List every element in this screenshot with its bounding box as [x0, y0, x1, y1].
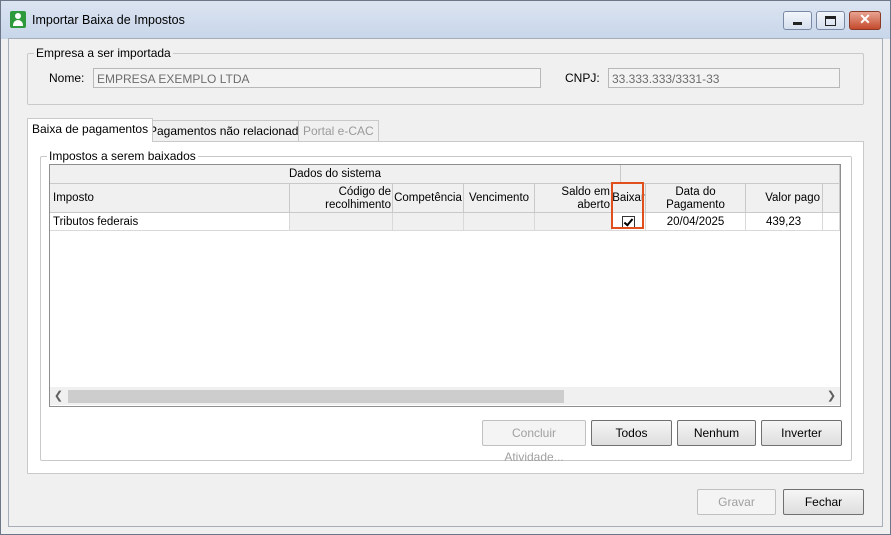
cell-filler — [823, 213, 840, 231]
col-label: Valor pago — [765, 192, 820, 204]
col-header-saldo[interactable]: Saldo em aberto — [535, 184, 612, 213]
cell-codigo[interactable] — [290, 213, 393, 231]
tab-baixa-de-pagamentos[interactable]: Baixa de pagamentos — [27, 118, 154, 142]
col-label: Competência — [394, 192, 462, 204]
col-header-imposto[interactable]: Imposto — [50, 184, 290, 213]
concluir-atividade-button[interactable]: Concluir Atividade... — [482, 420, 586, 464]
tab-portal-ecac[interactable]: Portal e-CAC — [298, 120, 379, 141]
gravar-button[interactable]: Gravar — [697, 489, 776, 515]
todos-button[interactable]: Todos — [591, 420, 672, 446]
close-icon[interactable]: ✕ — [849, 11, 881, 30]
company-name-field[interactable]: EMPRESA EXEMPLO LTDA — [93, 68, 541, 88]
header-band-dados-sistema: Dados do sistema — [50, 165, 621, 184]
cell-vencimento[interactable] — [464, 213, 535, 231]
cell-saldo[interactable] — [535, 213, 612, 231]
col-label: Código de recolhimento — [325, 186, 391, 211]
col-label: Saldo em aberto — [561, 186, 610, 211]
taxes-grid[interactable]: Dados do sistema Imposto Código de recol… — [49, 164, 841, 407]
header-band-empty — [621, 165, 840, 184]
col-header-filler — [823, 184, 840, 213]
col-header-competencia[interactable]: Competência — [393, 184, 464, 213]
maximize-icon[interactable] — [816, 11, 845, 30]
tab-pagamentos-nao-relacionados[interactable]: Pagamentos não relacionados — [144, 120, 317, 141]
col-header-codigo[interactable]: Código de recolhimento — [290, 184, 393, 213]
col-label: Imposto — [53, 192, 94, 204]
col-header-vencimento[interactable]: Vencimento — [464, 184, 535, 213]
cnpj-field[interactable]: 33.333.333/3331-33 — [608, 68, 840, 88]
baixar-column-highlight — [611, 182, 644, 229]
cell-competencia[interactable] — [393, 213, 464, 231]
cell-data-pagamento[interactable]: 20/04/2025 — [646, 213, 746, 231]
col-label: Data do Pagamento — [666, 186, 725, 211]
scroll-thumb[interactable] — [68, 390, 564, 403]
minimize-icon[interactable] — [783, 11, 812, 30]
horizontal-scrollbar[interactable]: ❮ ❯ — [50, 387, 840, 405]
col-header-valor-pago[interactable]: Valor pago — [746, 184, 823, 213]
cell-valor-pago[interactable]: 439,23 — [746, 213, 823, 231]
company-group-label: Empresa a ser importada — [34, 46, 173, 60]
scroll-left-icon[interactable]: ❮ — [50, 387, 67, 405]
window-title: Importar Baixa de Impostos — [32, 13, 185, 27]
app-user-icon — [10, 11, 26, 28]
inverter-button[interactable]: Inverter — [761, 420, 842, 446]
fechar-button[interactable]: Fechar — [783, 489, 864, 515]
col-label: Vencimento — [468, 192, 530, 204]
title-bar[interactable]: Importar Baixa de Impostos ✕ — [1, 1, 890, 39]
band-label: Dados do sistema — [288, 168, 382, 180]
name-label: Nome: — [49, 71, 85, 85]
taxes-group-label: Impostos a serem baixados — [47, 149, 198, 163]
col-header-data-pagamento[interactable]: Data do Pagamento — [646, 184, 746, 213]
cell-imposto[interactable]: Tributos federais — [50, 213, 290, 231]
cnpj-label: CNPJ: — [565, 71, 600, 85]
scroll-right-icon[interactable]: ❯ — [823, 387, 840, 405]
nenhum-button[interactable]: Nenhum — [677, 420, 756, 446]
